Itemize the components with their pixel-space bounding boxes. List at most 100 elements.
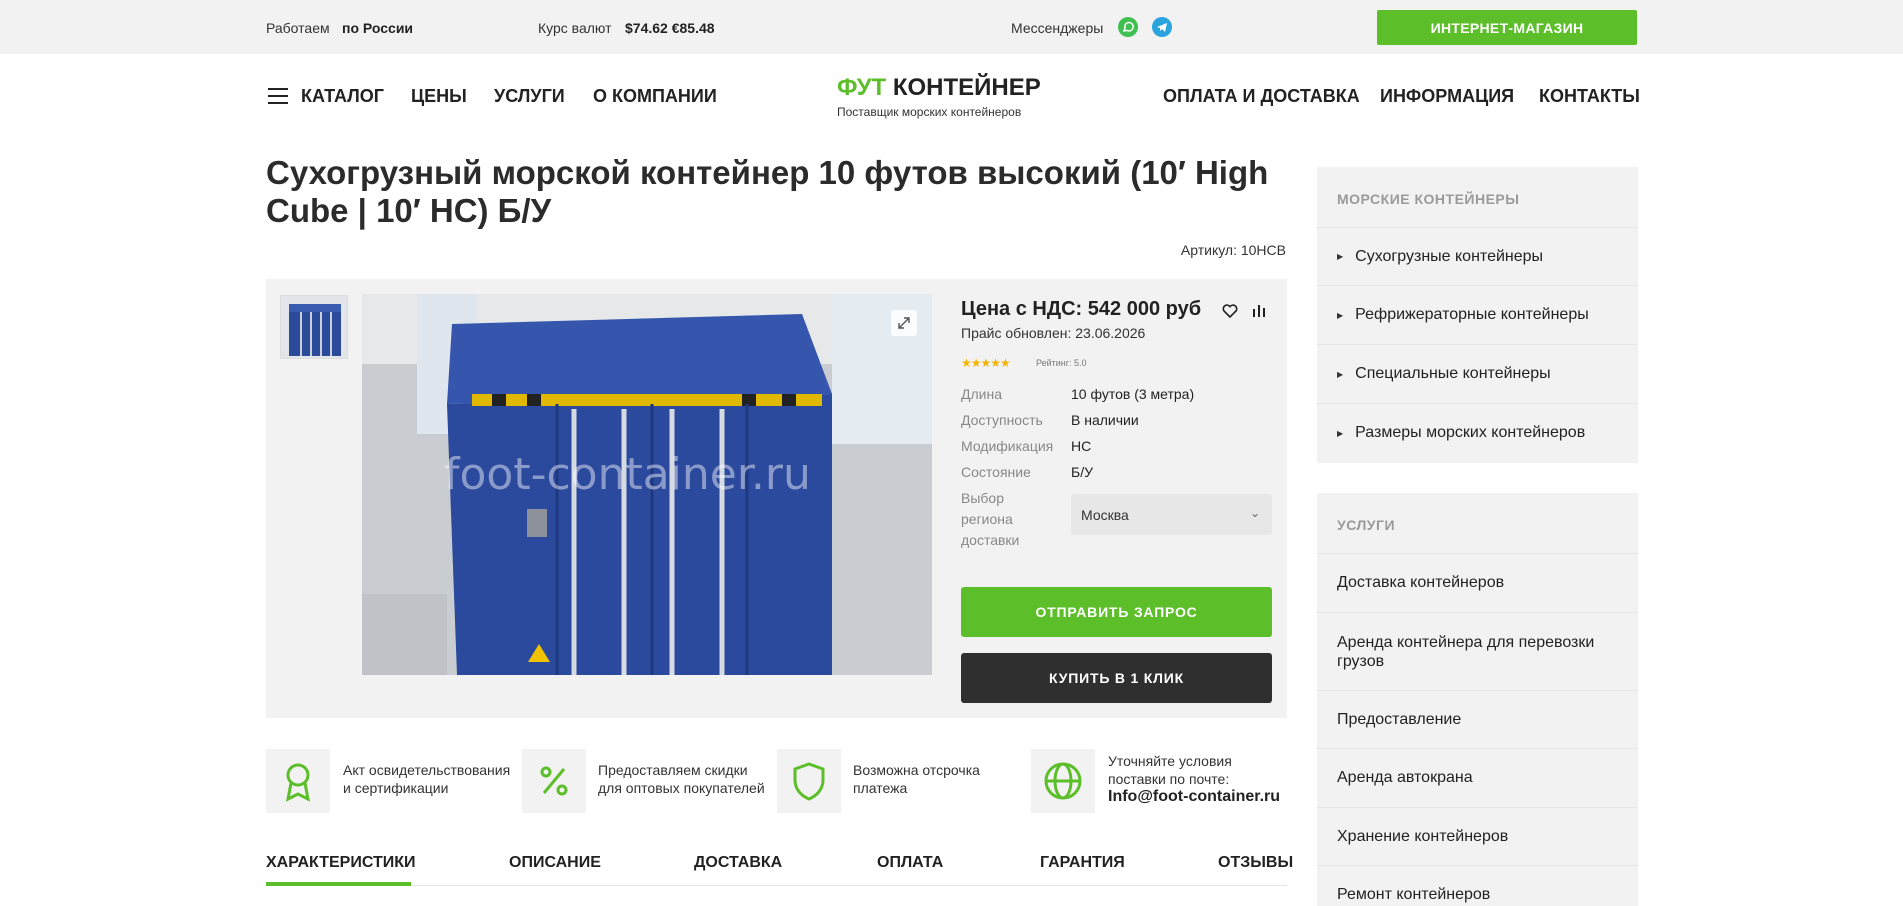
sidebar-services: УСЛУГИ Доставка контейнеров Аренда конте…	[1317, 493, 1638, 906]
certificate-ribbon-icon	[266, 749, 330, 813]
prop-condition-value: Б/У	[1071, 464, 1093, 480]
online-shop-button[interactable]: ИНТЕРНЕТ-МАГАЗИН	[1377, 10, 1637, 45]
page-title: Сухогрузный морской контейнер 10 футов в…	[266, 154, 1269, 229]
tab-characteristics[interactable]: ХАРАКТЕРИСТИКИ	[266, 854, 416, 872]
globe-icon	[1031, 749, 1095, 813]
percent-icon	[522, 749, 586, 813]
region-select-value: Москва	[1081, 507, 1129, 523]
caret-right-icon: ▶	[1337, 252, 1344, 261]
sidebar-item-label: Предоставление	[1337, 710, 1462, 728]
logo-subtitle: Поставщик морских контейнеров	[837, 105, 1022, 119]
menu-icon[interactable]	[268, 88, 288, 104]
sidebar-containers-title: МОРСКИЕ КОНТЕЙНЕРЫ	[1317, 167, 1638, 228]
prop-length-label: Длина	[961, 386, 1002, 402]
feature-certificate-line1: Акт освидетельствования	[343, 762, 511, 778]
sidebar-containers: МОРСКИЕ КОНТЕЙНЕРЫ ▶ Сухогрузные контейн…	[1317, 167, 1638, 463]
work-region-value: по России	[342, 20, 413, 36]
sidebar-item-dry-containers[interactable]: ▶ Сухогрузные контейнеры	[1317, 228, 1638, 286]
feature-deferral-line1: Возможна отсрочка	[853, 762, 980, 778]
sidebar-item-storage[interactable]: Хранение контейнеров	[1317, 808, 1638, 866]
sidebar-item-crane-rent[interactable]: Аренда автокрана	[1317, 749, 1638, 808]
tabs-divider	[266, 885, 1287, 886]
watermark-text: foot-container.ru	[444, 449, 811, 500]
contact-email-link[interactable]: Info@foot-container.ru	[1108, 788, 1280, 806]
sidebar-item-reefer-containers[interactable]: ▶ Рефрижераторные контейнеры	[1317, 286, 1638, 345]
whatsapp-icon[interactable]	[1118, 17, 1138, 37]
sidebar-item-label: Сухогрузные контейнеры	[1355, 247, 1544, 265]
sidebar-item-label: Доставка контейнеров	[1337, 574, 1505, 591]
top-bar: Работаем по России Курс валют $74.62 €85…	[0, 0, 1903, 54]
sidebar-item-label: Аренда контейнера для перевозки грузов	[1337, 633, 1595, 670]
region-select[interactable]: Москва ⌄	[1071, 494, 1272, 535]
tab-payment[interactable]: ОПЛАТА	[877, 854, 943, 872]
nav-contacts[interactable]: КОНТАКТЫ	[1539, 86, 1640, 107]
rating-stars: ★★★★★	[961, 356, 1011, 370]
caret-right-icon: ▶	[1337, 369, 1344, 379]
sidebar-item-container-sizes[interactable]: ▶ Размеры морских контейнеров	[1317, 404, 1638, 462]
messengers-label: Мессенджеры	[1011, 20, 1104, 36]
chevron-down-icon: ⌄	[1249, 506, 1260, 520]
feature-certificate-line2: и сертификации	[343, 780, 449, 796]
logo-dark: КОНТЕЙНЕР	[892, 74, 1041, 101]
sidebar-item-label: Аренда автокрана	[1337, 769, 1473, 786]
currency-value-text: $74.62 €85.48	[625, 20, 715, 36]
sidebar-services-title: УСЛУГИ	[1317, 493, 1638, 554]
send-request-button[interactable]: ОТПРАВИТЬ ЗАПРОС	[961, 587, 1272, 637]
tab-reviews[interactable]: ОТЗЫВЫ	[1218, 854, 1293, 872]
work-region-label: Работаем	[266, 20, 330, 36]
tab-delivery[interactable]: ДОСТАВКА	[694, 854, 782, 872]
sidebar-item-repair[interactable]: Ремонт контейнеров	[1317, 866, 1638, 906]
logo-green: ФУТ	[837, 74, 887, 101]
nav-about[interactable]: О КОМПАНИИ	[593, 86, 717, 107]
thumbnail-image[interactable]	[280, 295, 348, 359]
price-updated: Прайс обновлен: 23.06.2026	[961, 325, 1146, 341]
work-region-value-text: по России	[342, 20, 414, 36]
region-label-line2: региона	[961, 511, 1013, 527]
tab-description[interactable]: ОПИСАНИЕ	[509, 854, 601, 872]
tab-warranty[interactable]: ГАРАНТИЯ	[1040, 854, 1125, 872]
favorite-heart-icon[interactable]	[1219, 300, 1241, 322]
price: Цена с НДС: 542 000 руб	[961, 298, 1202, 320]
feature-discount-line1: Предоставляем скидки	[598, 762, 748, 778]
page: Работаем по России Курс валют $74.62 €85…	[0, 0, 1903, 906]
prop-availability-value: В наличии	[1071, 412, 1139, 428]
caret-right-icon: ▶	[1337, 310, 1344, 320]
feature-discount-line2: для оптовых покупателей	[598, 780, 765, 796]
nav-prices[interactable]: ЦЕНЫ	[411, 86, 467, 107]
logo[interactable]: ФУТ КОНТЕЙНЕР	[837, 74, 1041, 102]
expand-icon[interactable]	[891, 310, 917, 336]
feature-certificate-text: Акт освидетельствования и сертификации	[343, 761, 510, 797]
nav-information[interactable]: ИНФОРМАЦИЯ	[1380, 86, 1514, 107]
tab-active-indicator	[266, 882, 411, 886]
prop-modification-value: HC	[1071, 438, 1092, 454]
rating-text: Рейтинг: 5.0	[1036, 358, 1087, 368]
buy-one-click-button[interactable]: КУПИТЬ В 1 КЛИК	[961, 653, 1272, 703]
region-label-line1: Выбор	[961, 490, 1004, 506]
telegram-icon[interactable]	[1152, 17, 1172, 37]
sidebar-item-provision[interactable]: Предоставление	[1317, 691, 1638, 749]
nav-catalog[interactable]: КАТАЛОГ	[301, 86, 384, 107]
currency-value: $74.62 €85.48	[625, 20, 715, 36]
sidebar-item-label: Специальные контейнеры	[1355, 365, 1551, 382]
sidebar-item-label: Рефрижераторные контейнеры	[1355, 306, 1589, 323]
sidebar-item-label: Ремонт контейнеров	[1337, 886, 1491, 903]
nav-services[interactable]: УСЛУГИ	[494, 86, 565, 107]
prop-condition-label: Состояние	[961, 464, 1031, 480]
sidebar-item-delivery[interactable]: Доставка контейнеров	[1317, 554, 1638, 613]
shield-icon	[777, 749, 841, 813]
product-image[interactable]: foot-container.ru	[362, 294, 932, 675]
caret-right-icon: ▶	[1337, 428, 1344, 438]
compare-chart-icon[interactable]	[1248, 300, 1270, 322]
feature-mail-text: Уточняйте условия поставки по почте: Inf…	[1108, 752, 1280, 806]
sidebar-item-label: Хранение контейнеров	[1337, 827, 1509, 845]
prop-length-value: 10 футов (3 метра)	[1071, 386, 1195, 402]
feature-deferral-line2: платежа	[853, 780, 908, 796]
prop-availability-label: Доступность	[961, 412, 1043, 428]
sidebar-item-rent-transport[interactable]: Аренда контейнера для перевозки грузов	[1317, 613, 1638, 691]
sidebar-item-special-containers[interactable]: ▶ Специальные контейнеры	[1317, 345, 1638, 404]
feature-mail-line2: поставки по почте:	[1108, 771, 1230, 787]
nav-payment-delivery[interactable]: ОПЛАТА И ДОСТАВКА	[1163, 86, 1360, 107]
region-label-line3: доставки	[961, 532, 1020, 548]
sidebar-item-label: Размеры морских контейнеров	[1355, 424, 1586, 441]
currency-label: Курс валют	[538, 20, 612, 36]
